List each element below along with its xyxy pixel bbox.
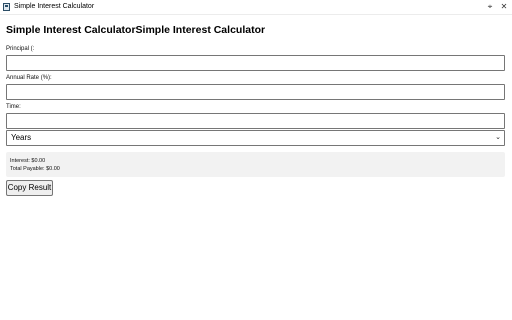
time-unit-selected: Years	[11, 133, 32, 142]
total-payable-result: Total Payable: $0.00	[10, 166, 60, 172]
app-icon	[3, 3, 10, 11]
window-titlebar: Simple Interest Calculator ⌖ ✕	[0, 0, 512, 15]
copy-result-button[interactable]: Copy Result	[6, 180, 53, 196]
close-icon[interactable]: ✕	[498, 1, 510, 13]
chevron-down-icon: ⌄	[495, 134, 501, 141]
page-title: Simple Interest CalculatorSimple Interes…	[6, 24, 266, 36]
time-unit-select[interactable]: Years ⌄	[6, 130, 505, 146]
time-label: Time:	[6, 104, 21, 110]
annual-rate-label: Annual Rate (%):	[6, 75, 52, 81]
window-title: Simple Interest Calculator	[14, 3, 95, 10]
calculator-content: Simple Interest CalculatorSimple Interes…	[6, 24, 505, 196]
pin-icon[interactable]: ⌖	[484, 1, 496, 13]
principal-label: Principal (:	[6, 46, 35, 52]
principal-input[interactable]	[6, 55, 505, 71]
annual-rate-input[interactable]	[6, 84, 505, 100]
interest-result: Interest: $0.00	[10, 158, 46, 164]
result-panel: Interest: $0.00 Total Payable: $0.00	[6, 152, 505, 177]
time-input[interactable]	[6, 113, 505, 129]
